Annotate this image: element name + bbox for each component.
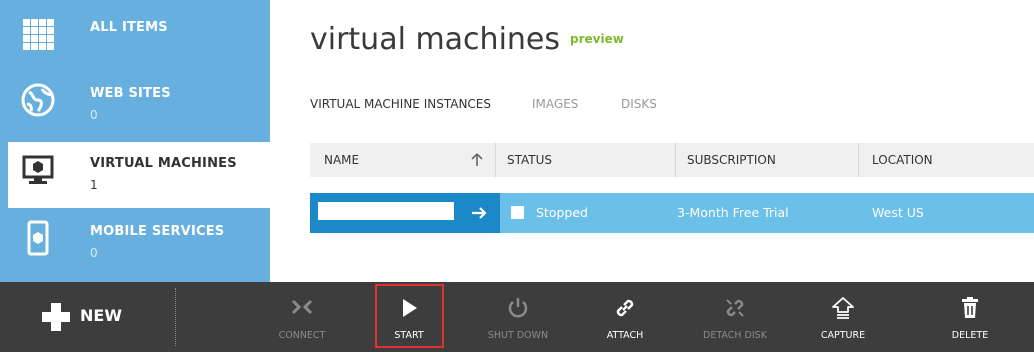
monitor-icon [22,155,54,184]
connect-button[interactable]: CONNECT [266,282,338,352]
sidebar-item-label: VIRTUAL MACHINES [90,156,237,171]
grid-icon [23,19,54,50]
tab-disks[interactable]: DISKS [621,97,657,111]
redacted-name [318,202,454,220]
row-name-cell[interactable] [310,193,500,233]
broken-link-icon [726,299,744,317]
column-header-subscription[interactable]: SUBSCRIPTION [687,143,776,177]
plus-icon [42,303,70,331]
power-icon [508,298,528,318]
sidebar-item-count: 0 [90,108,98,122]
sidebar-item-label: ALL ITEMS [90,20,168,35]
sidebar-item-count: 1 [90,178,98,192]
column-divider [675,143,676,177]
command-label: DELETE [951,330,989,341]
column-header-location[interactable]: LOCATION [872,143,933,177]
subscription-cell: 3-Month Free Trial [677,205,789,220]
globe-icon [21,83,55,117]
mobile-icon [27,220,49,256]
capture-button[interactable]: CAPTURE [807,282,879,352]
sidebar-item-mobile-services[interactable]: MOBILE SERVICES 0 [8,210,270,276]
column-header-status[interactable]: STATUS [507,143,552,177]
command-label: CAPTURE [820,330,866,341]
divider [175,288,176,346]
arrow-right-icon[interactable] [470,204,488,222]
column-divider [858,143,859,177]
sidebar-item-label: MOBILE SERVICES [90,224,225,239]
capture-icon [832,297,854,319]
sidebar-item-web-sites[interactable]: WEB SITES 0 [8,72,270,136]
command-label: CONNECT [278,330,326,341]
delete-button[interactable]: DELETE [934,282,1006,352]
tab-virtual-machine-instances[interactable]: VIRTUAL MACHINE INSTANCES [310,97,491,111]
connect-icon [291,299,313,315]
table-row[interactable]: Stopped 3-Month Free Trial West US [310,193,1034,233]
new-button[interactable]: NEW [0,282,175,352]
column-divider [495,143,496,177]
command-label: ATTACH [606,330,644,341]
column-header-name[interactable]: NAME [324,143,359,177]
sidebar: ALL ITEMS WEB SITES 0 VIRTUAL MACHINES 1… [0,0,270,282]
command-bar: NEW CONNECT START SHUT DOWN ATTACH DETAC… [0,282,1034,352]
page-title: virtual machines preview [310,22,624,57]
shut-down-button[interactable]: SHUT DOWN [482,282,554,352]
page-title-text: virtual machines [310,22,561,57]
sidebar-item-label: WEB SITES [90,86,171,101]
sidebar-item-virtual-machines[interactable]: VIRTUAL MACHINES 1 [8,142,270,208]
preview-badge: preview [570,32,624,46]
new-button-label: NEW [80,306,122,325]
status-cell: Stopped [536,205,588,220]
command-label: DETACH DISK [703,330,767,341]
status-checkbox[interactable] [511,206,524,219]
start-button-highlight [375,284,444,348]
sidebar-item-count: 0 [90,246,98,260]
trash-icon [962,297,978,318]
link-icon [616,299,634,317]
detach-disk-button[interactable]: DETACH DISK [699,282,771,352]
tab-images[interactable]: IMAGES [532,97,578,111]
attach-button[interactable]: ATTACH [589,282,661,352]
location-cell: West US [872,205,924,220]
command-label: SHUT DOWN [487,330,549,341]
sidebar-item-all-items[interactable]: ALL ITEMS [8,6,270,70]
sort-up-arrow-icon[interactable] [471,153,483,167]
